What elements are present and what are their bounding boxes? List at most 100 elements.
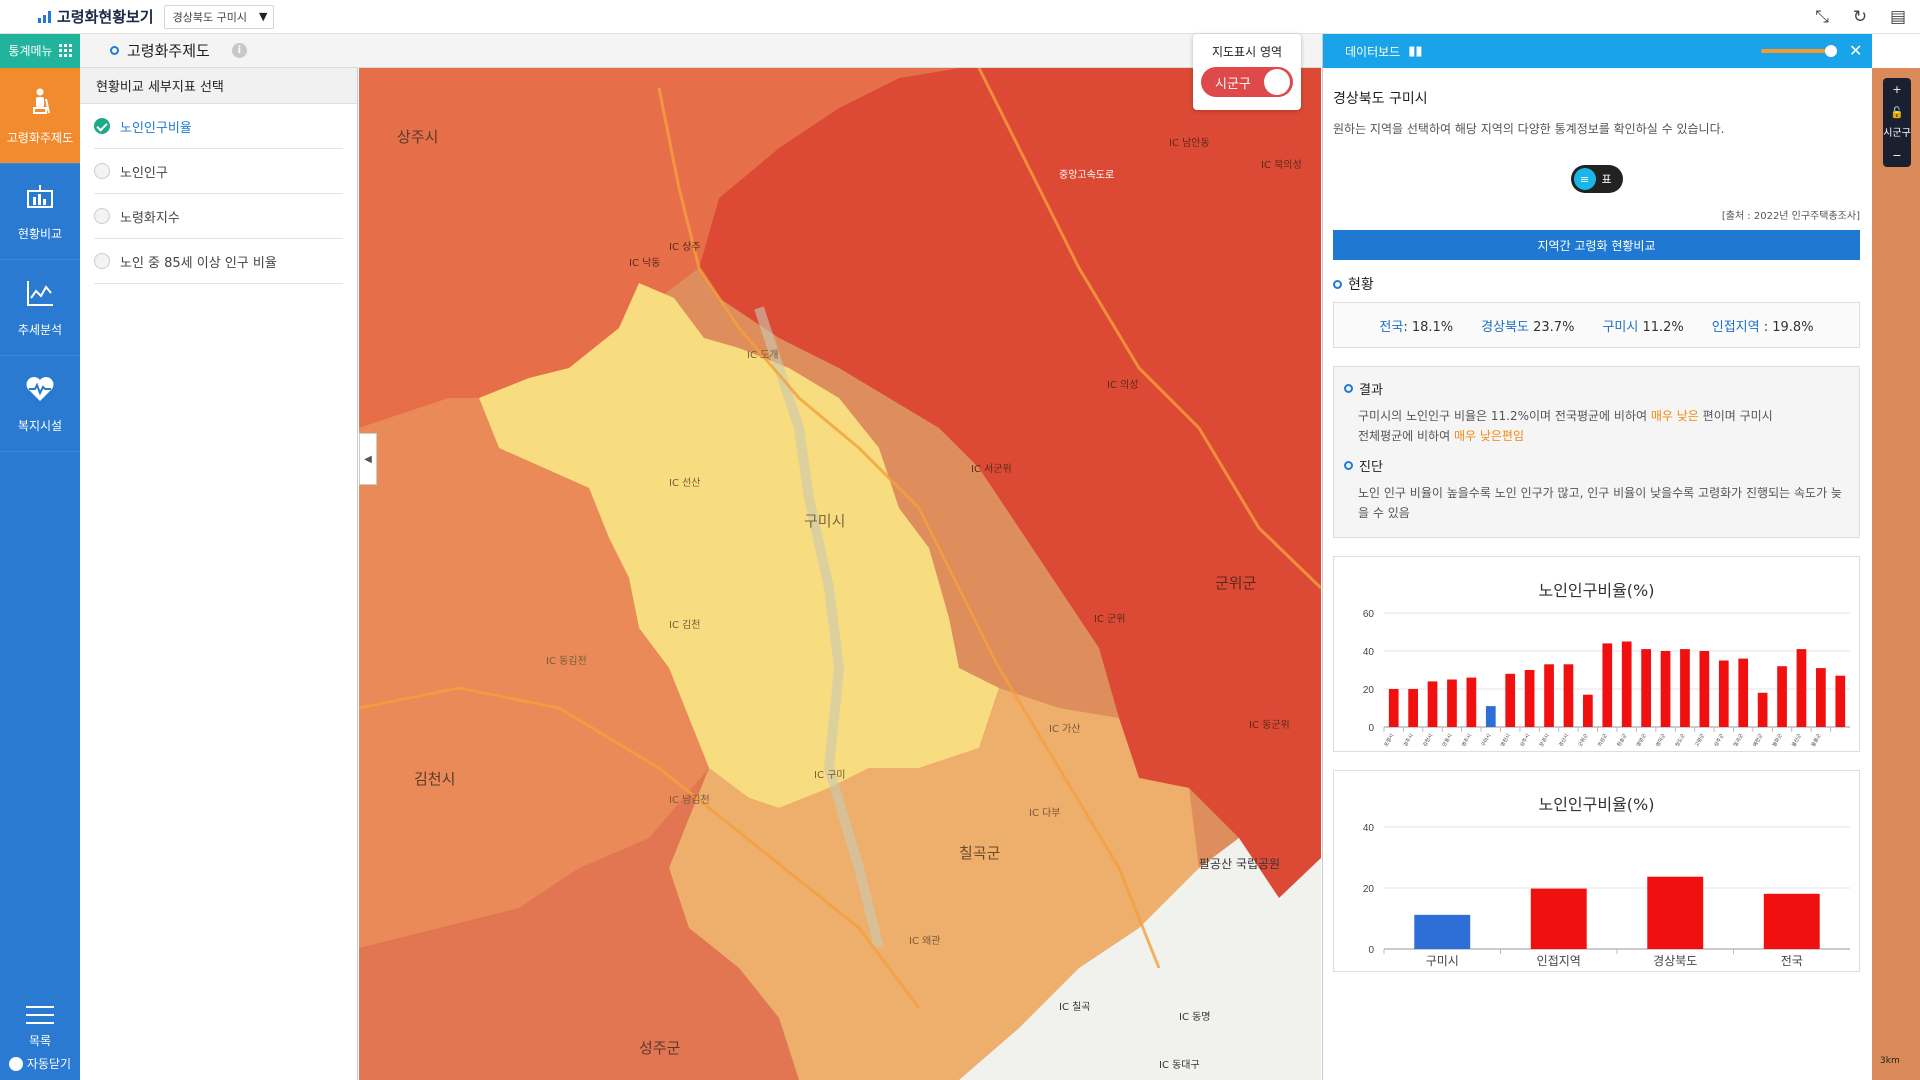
x-tick-label: 울진군 <box>1790 732 1803 748</box>
diagnosis-text: 노인 인구 비율이 높을수록 노인 인구가 많고, 인구 비율이 낮을수록 고령… <box>1358 486 1842 520</box>
bar <box>1763 893 1820 949</box>
x-tick-label: 경상북도 <box>1653 954 1697 968</box>
top-icons: ⤡ ↻ ▤ <box>1812 7 1908 27</box>
sidebar-item-welfare[interactable]: 복지시설 <box>0 356 80 452</box>
x-tick-label: 칠곡군 <box>1732 732 1745 748</box>
ic-label: IC 군위 <box>1094 612 1126 625</box>
stat-national: 전국: 18.1% <box>1379 316 1453 335</box>
radio-icon[interactable] <box>94 208 110 224</box>
bar <box>1738 658 1749 727</box>
ic-label: IC 동김천 <box>546 655 587 667</box>
bar <box>1641 649 1651 727</box>
x-tick-label: 군위군 <box>1577 732 1590 748</box>
option-elderly-population[interactable]: 노인인구 <box>94 149 343 194</box>
x-tick-label: 포항시 <box>1382 733 1395 748</box>
ic-label: IC 가산 <box>1049 723 1081 735</box>
chart-table-toggle[interactable]: ≡ 표 <box>1570 165 1623 193</box>
bar <box>1796 649 1807 727</box>
map-label-palgongsan: 팔공산 국립공원 <box>1199 857 1280 871</box>
y-tick-label: 40 <box>1363 823 1375 834</box>
region-select[interactable]: 경상북도 구미시 ▼ <box>163 4 275 29</box>
x-tick-label: 봉화군 <box>1772 733 1784 748</box>
option-85-plus-ratio[interactable]: 노인 중 85세 이상 인구 비율 <box>94 239 343 284</box>
bar <box>1699 651 1710 727</box>
ic-label: IC 북의성 <box>1261 159 1302 171</box>
autoclose-radio[interactable] <box>8 1056 23 1071</box>
bar <box>1647 876 1704 949</box>
stat-value: 23.7% <box>1529 319 1575 335</box>
result-highlight: 매우 낮은편임 <box>1453 429 1525 443</box>
bar-chart-1: 0 20 40 60 포항시 경주시 김천시 안동시 영주시 구미시 영천시 상주시 문경시 경산시 군위군… <box>1363 609 1850 748</box>
zoom-in-button[interactable]: + <box>1883 78 1911 101</box>
switch-knob[interactable] <box>1264 69 1290 95</box>
y-tick-label: 60 <box>1363 609 1375 620</box>
bar <box>1583 694 1593 727</box>
ic-label: IC 의성 <box>1107 379 1139 391</box>
lock-icon[interactable]: 🔓 <box>1883 101 1911 124</box>
collapse-icon[interactable]: ⤡ <box>1812 7 1832 27</box>
map-canvas[interactable]: 상주시 구미시 군위군 김천시 칠곡군 성주군 팔공산 국립공원 IC 도개 I… <box>359 68 1321 1080</box>
map-area-switch[interactable]: 시군구 <box>1201 67 1293 97</box>
table-view-label[interactable]: 표 <box>1602 171 1612 187</box>
tab-theme-map[interactable]: 고령화주제도 <box>110 40 210 61</box>
radio-icon[interactable] <box>94 253 110 269</box>
check-icon[interactable] <box>94 118 110 134</box>
bar <box>1777 666 1787 727</box>
sidebar-item-trend[interactable]: 추세분석 <box>0 260 80 356</box>
sidebar-item-compare[interactable]: 현황비교 <box>0 164 80 260</box>
menu-icon[interactable] <box>26 1006 54 1024</box>
bar <box>1680 649 1690 727</box>
sidebar-item-label: 현황비교 <box>17 226 63 241</box>
opacity-slider[interactable] <box>1761 45 1837 57</box>
x-tick-label: 성주군 <box>1713 732 1726 748</box>
y-tick-label: 40 <box>1363 647 1375 658</box>
option-aging-index[interactable]: 노령화지수 <box>94 194 343 239</box>
list-label[interactable]: 목록 <box>0 1032 80 1049</box>
bar <box>1602 643 1613 727</box>
ic-label: IC 남김천 <box>669 794 710 806</box>
bar <box>1544 664 1554 727</box>
stats-menu-button[interactable]: 통계메뉴 <box>0 33 80 68</box>
map-label-gimcheon: 김천시 <box>414 770 455 788</box>
ic-label: IC 김천 <box>669 619 701 631</box>
bar <box>1835 675 1846 727</box>
refresh-icon[interactable]: ↻ <box>1850 7 1870 27</box>
ic-label: IC 도개 <box>747 349 779 361</box>
list-icon[interactable]: ≡ <box>1573 168 1596 190</box>
option-elderly-ratio[interactable]: 노인인구비율 <box>94 104 343 149</box>
ring-icon <box>1344 384 1353 393</box>
x-tick-label: 영주시 <box>1460 733 1473 748</box>
x-tick-label: 인접지역 <box>1537 954 1581 968</box>
info-icon[interactable]: i <box>231 43 247 58</box>
option-label: 노인인구 <box>120 165 168 181</box>
chart-title: 노인인구비율(%) <box>1538 581 1655 600</box>
zoom-out-button[interactable]: − <box>1883 144 1911 167</box>
autoclose-label: 자동닫기 <box>26 1057 72 1071</box>
radio-icon[interactable] <box>94 163 110 179</box>
document-icon[interactable]: ▤ <box>1888 7 1908 27</box>
x-tick-label: 영천시 <box>1499 733 1512 748</box>
sidebar-item-label: 복지시설 <box>17 418 63 433</box>
choropleth-map[interactable]: 상주시 구미시 군위군 김천시 칠곡군 성주군 팔공산 국립공원 IC 도개 I… <box>359 68 1321 1080</box>
x-tick-label: 구미시 <box>1480 733 1493 748</box>
map-area-toggle: 지도표시 영역 시군구 <box>1193 34 1301 110</box>
sidebar-item-label: 추세분석 <box>17 322 63 337</box>
stat-value: : 19.8% <box>1759 319 1814 335</box>
app-title: 고령화현황보기 <box>38 6 154 27</box>
data-board-title: 데이터보드 <box>1345 44 1401 59</box>
x-tick-label: 청도군 <box>1675 733 1687 748</box>
sidebar-bottom: 목록 자동닫기 <box>0 1000 80 1072</box>
x-tick-label: 경산시 <box>1557 733 1570 748</box>
ic-label: IC 동군위 <box>1249 718 1290 731</box>
bar <box>1757 692 1768 727</box>
option-label: 노인인구비율 <box>120 120 192 136</box>
ring-icon <box>1344 461 1353 470</box>
ic-label: IC 상주 <box>669 241 701 253</box>
sidebar-item-aging-theme[interactable]: 고령화주제도 <box>0 68 80 164</box>
panel-collapse-handle[interactable]: ◀ <box>359 433 377 485</box>
autoclose-toggle[interactable]: 자동닫기 <box>0 1055 80 1072</box>
map-scale: 3km <box>1880 1056 1900 1066</box>
map-toggle-value: 시군구 <box>1215 76 1251 92</box>
close-icon[interactable]: ✕ <box>1849 41 1862 60</box>
ic-label: IC 남안동 <box>1169 137 1210 149</box>
